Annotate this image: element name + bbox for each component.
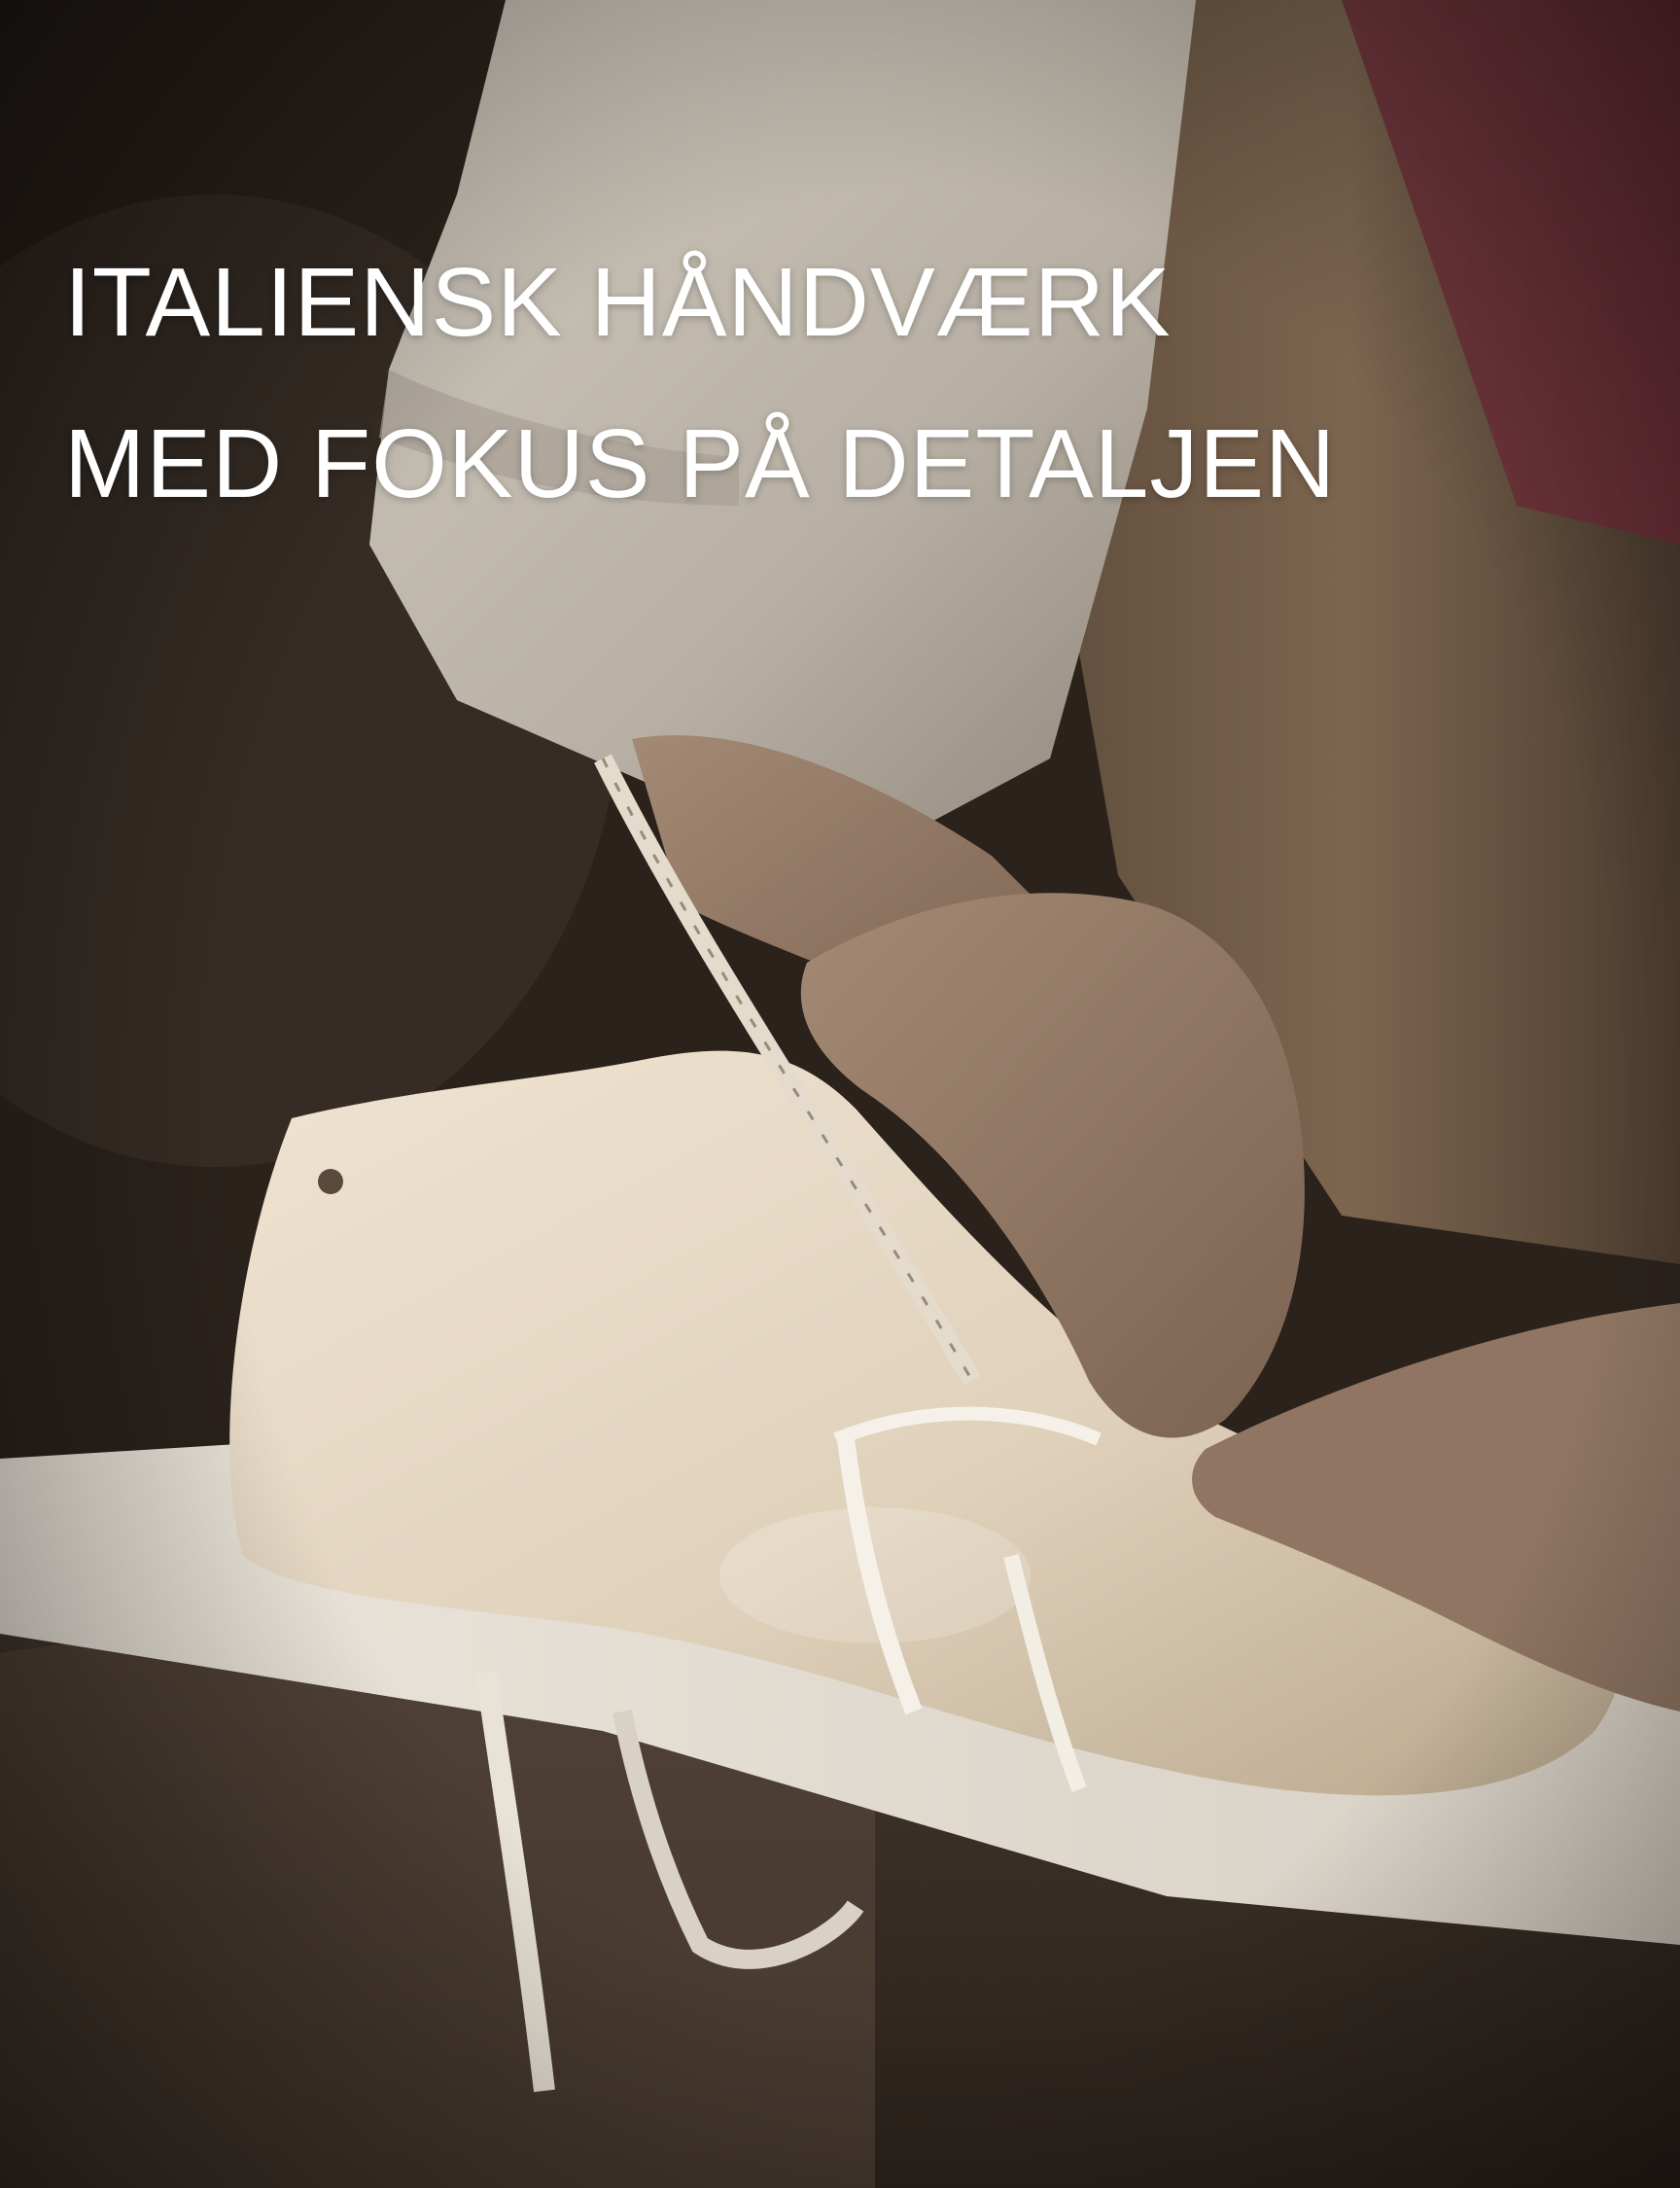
hero-image: ITALIENSK HÅNDVÆRK MED FOKUS PÅ DETALJEN (0, 0, 1680, 2188)
headline: ITALIENSK HÅNDVÆRK MED FOKUS PÅ DETALJEN (64, 222, 1336, 545)
headline-line-2: MED FOKUS PÅ DETALJEN (64, 409, 1337, 518)
headline-line-1: ITALIENSK HÅNDVÆRK (64, 248, 1172, 357)
